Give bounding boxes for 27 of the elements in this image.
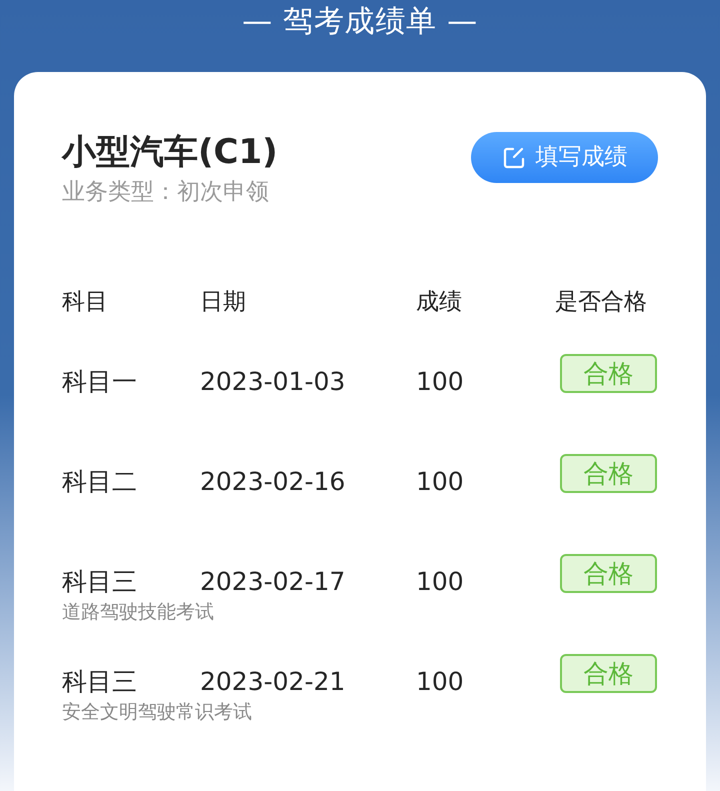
pass-badge: 合格 <box>560 454 657 493</box>
subject-cell-text: 科目三 <box>62 566 137 598</box>
vehicle-class-title: 小型汽车(C1) <box>62 131 278 174</box>
column-header: 科目 <box>62 288 108 315</box>
score-cell-text: 100 <box>416 666 464 698</box>
edit-icon <box>502 146 526 170</box>
score-cell-text: 100 <box>416 566 464 598</box>
date-cell-text: 2023-02-21 <box>200 666 346 698</box>
score-cell-text: 100 <box>416 466 464 498</box>
exam-note: 安全文明驾驶常识考试 <box>62 700 252 724</box>
subject-cell-text: 科目二 <box>62 466 137 498</box>
exam-note: 道路驾驶技能考试 <box>62 600 214 624</box>
pass-badge: 合格 <box>560 554 657 593</box>
column-header: 日期 <box>200 288 246 315</box>
subject-cell-text: 科目一 <box>62 366 137 398</box>
pass-badge: 合格 <box>560 654 657 693</box>
pass-badge: 合格 <box>560 354 657 393</box>
page-title: — 驾考成绩单 — <box>242 3 478 41</box>
score-cell-text: 100 <box>416 366 464 398</box>
date-cell-text: 2023-01-03 <box>200 366 346 398</box>
date-cell-text: 2023-02-17 <box>200 566 346 598</box>
business-type-text: 业务类型：初次申领 <box>62 178 270 207</box>
column-header: 是否合格 <box>555 288 647 315</box>
column-header: 成绩 <box>416 288 462 315</box>
date-cell-text: 2023-02-16 <box>200 466 346 498</box>
fill-in-scores-button[interactable]: 填写成绩 <box>471 132 658 183</box>
subject-cell-text: 科目三 <box>62 666 137 698</box>
